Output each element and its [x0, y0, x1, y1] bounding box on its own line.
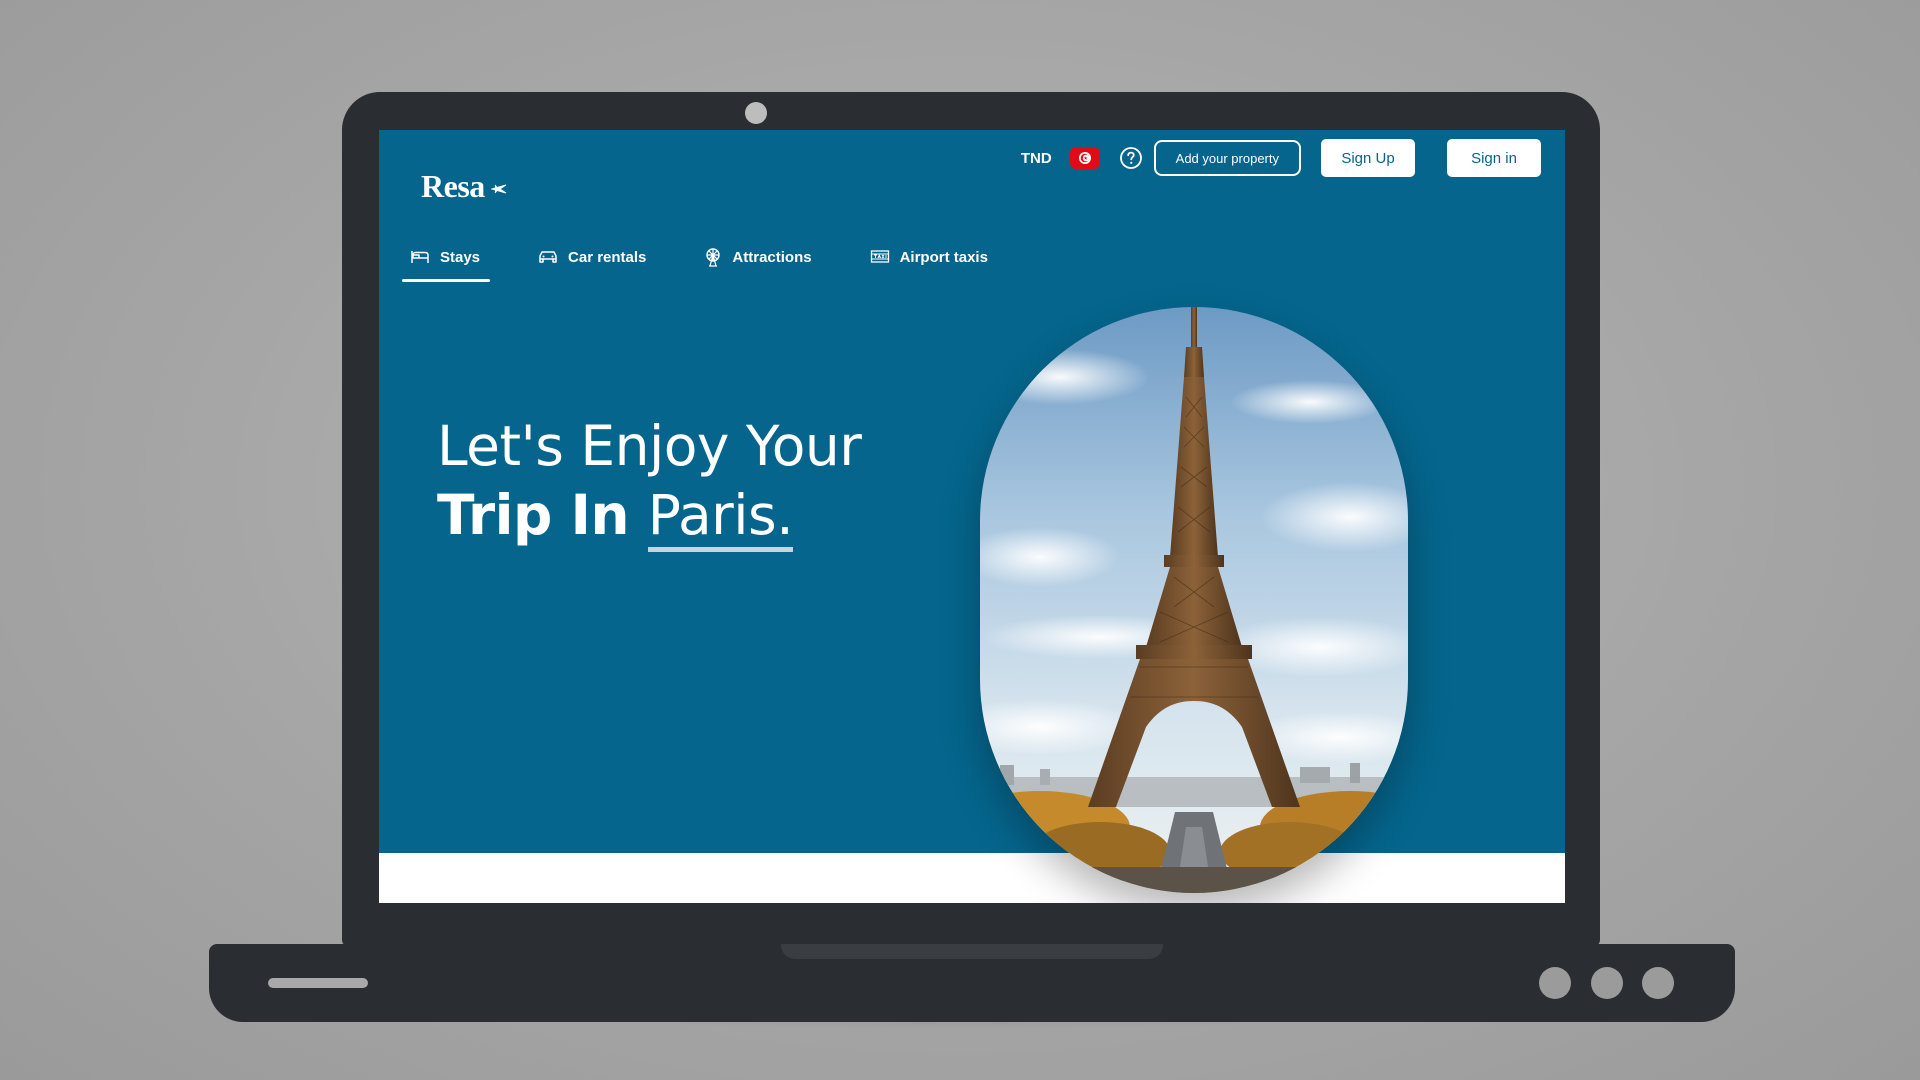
- tunisia-flag-icon[interactable]: [1069, 147, 1100, 169]
- sign-up-button[interactable]: Sign Up: [1321, 139, 1415, 177]
- airplane-icon: [489, 182, 507, 200]
- browser-screen: Resa TND Add your property Sign Up Sign …: [379, 130, 1565, 903]
- ferris-wheel-icon: [706, 248, 721, 267]
- brand-logo[interactable]: Resa: [421, 168, 507, 205]
- webcam: [745, 102, 767, 124]
- base-indicator-2: [1591, 967, 1623, 999]
- tab-airport-taxis[interactable]: Airport taxis: [862, 242, 998, 278]
- base-indicator-1: [1539, 967, 1571, 999]
- currency-selector[interactable]: TND: [1021, 150, 1052, 167]
- top-bar: TND Add your property Sign Up Sign in: [1021, 138, 1541, 178]
- add-property-button[interactable]: Add your property: [1153, 140, 1301, 176]
- hero-city-highlight: Paris.: [647, 483, 794, 552]
- hero-headline: Let's Enjoy Your Trip In Paris.: [437, 412, 862, 552]
- laptop-slot: [268, 978, 368, 988]
- tab-attractions[interactable]: Attractions: [696, 242, 821, 278]
- help-icon[interactable]: [1118, 145, 1144, 171]
- base-indicator-3: [1642, 967, 1674, 999]
- tab-label: Attractions: [732, 248, 812, 266]
- nav-tabs: Stays Car rentals Attractions Airport ta…: [402, 242, 1038, 282]
- sign-in-button[interactable]: Sign in: [1447, 139, 1541, 177]
- hero-line-1: Let's Enjoy Your: [437, 414, 862, 478]
- tab-label: Stays: [440, 248, 481, 266]
- tab-label: Airport taxis: [899, 248, 988, 266]
- bed-icon: [411, 251, 429, 263]
- tab-stays[interactable]: Stays: [402, 242, 491, 282]
- tab-label: Car rentals: [568, 248, 647, 266]
- logo-text: Resa: [421, 168, 485, 204]
- hero-line-2-prefix: Trip In: [437, 483, 648, 547]
- tab-car-rentals[interactable]: Car rentals: [530, 242, 656, 278]
- eiffel-tower-photo: [980, 307, 1408, 893]
- hero-line-2: Trip In Paris.: [437, 481, 861, 552]
- laptop-hinge: [781, 944, 1163, 959]
- car-icon: [539, 251, 557, 263]
- taxi-icon: [870, 250, 889, 263]
